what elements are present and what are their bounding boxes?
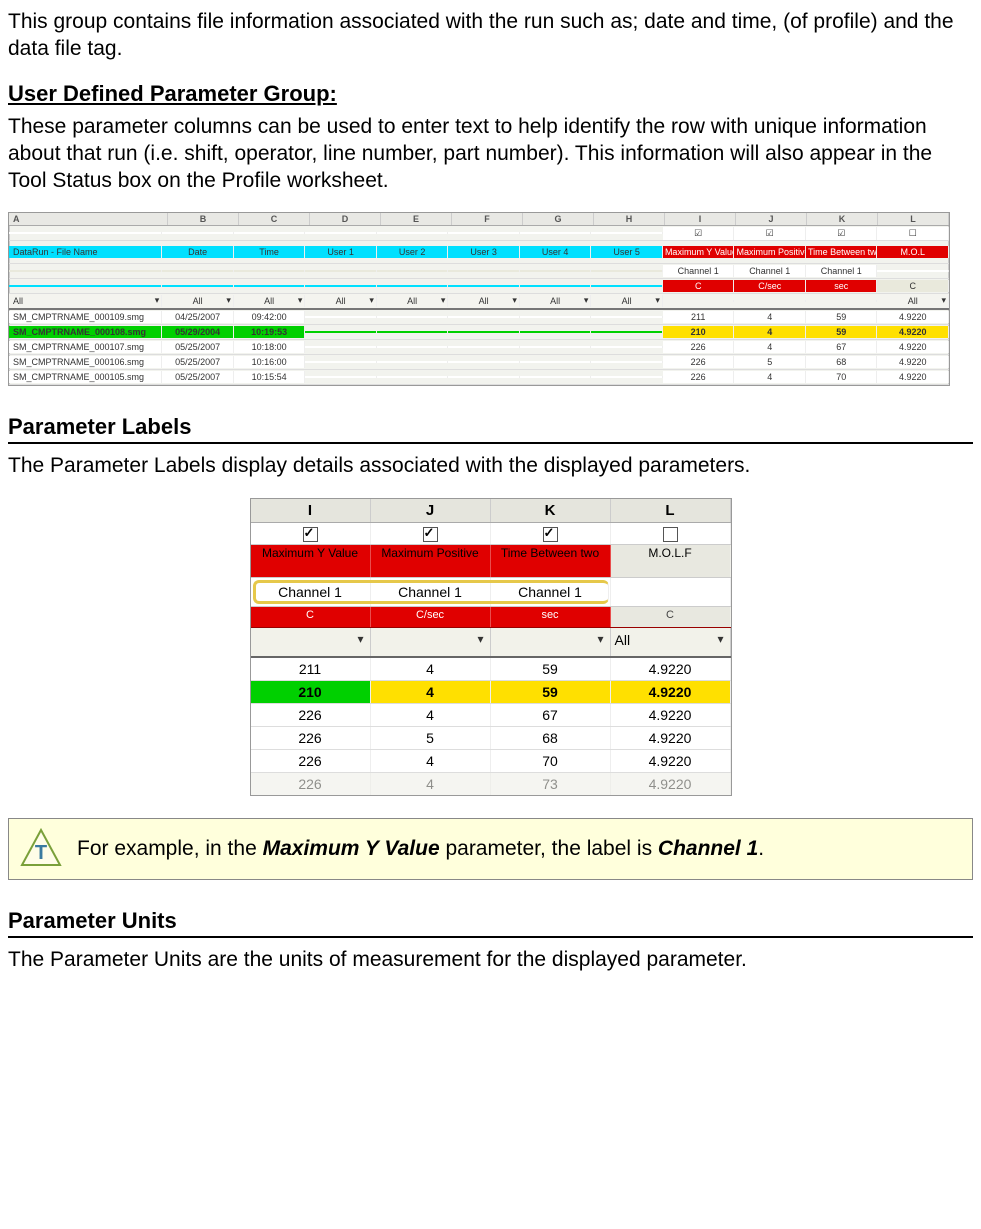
parameter-labels-paragraph: The Parameter Labels display details ass… xyxy=(8,452,973,479)
parameter-units-paragraph: The Parameter Units are the units of mea… xyxy=(8,946,973,973)
table-row: SM_CMPTRNAME_000107.smg05/25/200710:18:0… xyxy=(9,340,949,355)
parameter-name-row: Maximum Y ValueMaximum PositiveTime Betw… xyxy=(251,545,731,577)
header-row: DataRun - File Name Date Time User 1 Use… xyxy=(9,241,949,264)
spreadsheet-screenshot-1: A BCDEFGHIJKL ☑☑☑☐ DataRun - File Name D… xyxy=(8,212,950,386)
table-row: 2264734.9220 xyxy=(251,773,731,795)
intro-paragraph: This group contains file information ass… xyxy=(8,8,973,63)
channel-row: Channel 1 Channel 1 Channel 1 xyxy=(9,264,949,279)
tip-icon: T xyxy=(19,827,63,871)
note-text: For example, in the Maximum Y Value para… xyxy=(77,837,764,861)
table-row: 2265684.9220 xyxy=(251,727,731,750)
checkbox-icon[interactable] xyxy=(663,527,678,542)
parameter-labels-heading: Parameter Labels xyxy=(8,414,973,444)
table-row: 2104594.9220 xyxy=(251,681,731,704)
parameter-units-row: CC/secsecC xyxy=(251,607,731,628)
table-row: 2264674.9220 xyxy=(251,704,731,727)
checkbox-row: ☑☑☑☐ xyxy=(9,226,949,241)
units-row: CC/secsecC xyxy=(9,279,949,294)
table-row: SM_CMPTRNAME_000105.smg05/25/200710:15:5… xyxy=(9,370,949,385)
checkbox-row[interactable] xyxy=(251,523,731,545)
table-row: 2114594.9220 xyxy=(251,658,731,681)
table-row: SM_CMPTRNAME_000106.smg05/25/200710:16:0… xyxy=(9,355,949,370)
column-letters-row: A BCDEFGHIJKL xyxy=(9,213,949,226)
checkbox-icon[interactable] xyxy=(423,527,438,542)
table-row: SM_CMPTRNAME_000108.smg05/29/200410:19:5… xyxy=(9,325,949,340)
parameter-units-heading: Parameter Units xyxy=(8,908,973,938)
note-callout: T For example, in the Maximum Y Value pa… xyxy=(8,818,973,880)
parameter-label-row: Channel 1Channel 1Channel 1 xyxy=(251,577,731,607)
filter-row[interactable]: All xyxy=(251,628,731,658)
column-letters-row: IJKL xyxy=(251,499,731,523)
user-defined-parameter-group-heading: User Defined Parameter Group: xyxy=(8,81,973,107)
table-row: SM_CMPTRNAME_000109.smg04/25/200709:42:0… xyxy=(9,310,949,325)
checkbox-icon[interactable] xyxy=(303,527,318,542)
checkbox-icon[interactable] xyxy=(543,527,558,542)
user-defined-parameter-group-paragraph: These parameter columns can be used to e… xyxy=(8,113,973,195)
svg-text:T: T xyxy=(35,842,47,864)
spreadsheet-screenshot-2: IJKL Maximum Y ValueMaximum PositiveTime… xyxy=(250,498,732,796)
filter-row[interactable]: All AllAllAllAllAllAllAllAll xyxy=(9,294,949,310)
table-row: 2264704.9220 xyxy=(251,750,731,773)
